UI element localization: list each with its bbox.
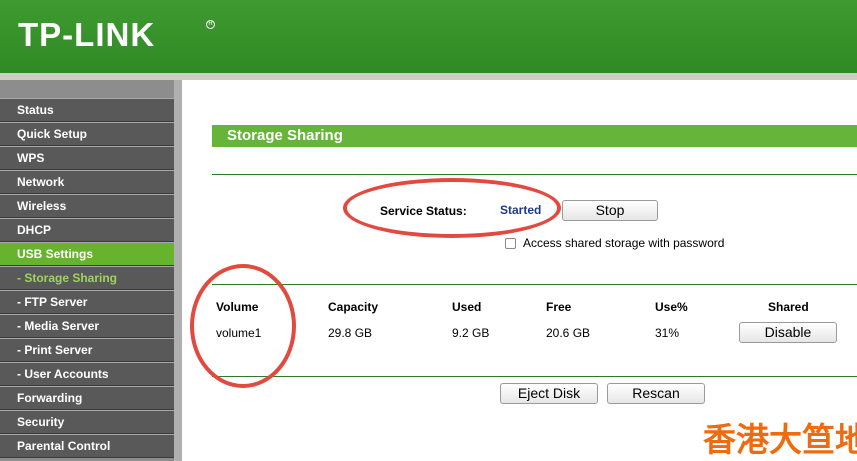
- annotation-circle: [190, 264, 296, 388]
- table-cell-capacity: 29.8 GB: [328, 326, 373, 340]
- access-password-checkbox[interactable]: [505, 238, 516, 249]
- disable-sharing-button[interactable]: Disable: [739, 322, 837, 343]
- divider: [212, 174, 857, 175]
- sidebar-item-user-accounts[interactable]: - User Accounts: [0, 362, 174, 386]
- sidebar-item-forwarding[interactable]: Forwarding: [0, 386, 174, 410]
- header-divider: [0, 73, 857, 80]
- sidebar-item-media-server[interactable]: - Media Server: [0, 314, 174, 338]
- registered-mark-icon: R: [206, 20, 215, 29]
- sidebar-item-ftp-server[interactable]: - FTP Server: [0, 290, 174, 314]
- table-cell-free: 20.6 GB: [546, 326, 591, 340]
- sidebar-item-usb-settings[interactable]: USB Settings: [0, 242, 174, 266]
- page-title: Storage Sharing: [212, 125, 857, 147]
- table-cell-use-pct: 31%: [655, 326, 680, 340]
- column-header-free: Free: [546, 300, 572, 314]
- divider: [212, 376, 857, 377]
- divider: [212, 284, 857, 285]
- sidebar-item-quick-setup[interactable]: Quick Setup: [0, 122, 174, 146]
- rescan-button[interactable]: Rescan: [607, 383, 705, 404]
- sidebar-item-wireless[interactable]: Wireless: [0, 194, 174, 218]
- sidebar-item-security[interactable]: Security: [0, 410, 174, 434]
- eject-disk-button[interactable]: Eject Disk: [500, 383, 598, 404]
- sidebar: Status Quick Setup WPS Network Wireless …: [0, 80, 182, 461]
- column-header-use-pct: Use%: [655, 300, 688, 314]
- sidebar-item-status[interactable]: Status: [0, 98, 174, 122]
- header-bar: TP-LINK R: [0, 0, 857, 73]
- sidebar-item-dhcp[interactable]: DHCP: [0, 218, 174, 242]
- annotation-circle: [343, 178, 561, 238]
- column-header-used: Used: [452, 300, 482, 314]
- tp-link-logo: TP-LINK: [18, 16, 156, 53]
- sidebar-item-network[interactable]: Network: [0, 170, 174, 194]
- access-password-label: Access shared storage with password: [523, 236, 725, 250]
- stop-button[interactable]: Stop: [562, 200, 658, 221]
- sidebar-item-print-server[interactable]: - Print Server: [0, 338, 174, 362]
- sidebar-item-wps[interactable]: WPS: [0, 146, 174, 170]
- table-cell-used: 9.2 GB: [452, 326, 490, 340]
- column-header-shared: Shared: [768, 300, 809, 314]
- column-header-capacity: Capacity: [328, 300, 379, 314]
- main-content: Storage Sharing Service Status: Started …: [182, 80, 857, 461]
- sidebar-item-parental-control[interactable]: Parental Control: [0, 434, 174, 458]
- sidebar-item-storage-sharing[interactable]: - Storage Sharing: [0, 266, 174, 290]
- sidebar-scroll-rail: [174, 80, 182, 461]
- watermark-text: 香港大笪地: [703, 420, 857, 459]
